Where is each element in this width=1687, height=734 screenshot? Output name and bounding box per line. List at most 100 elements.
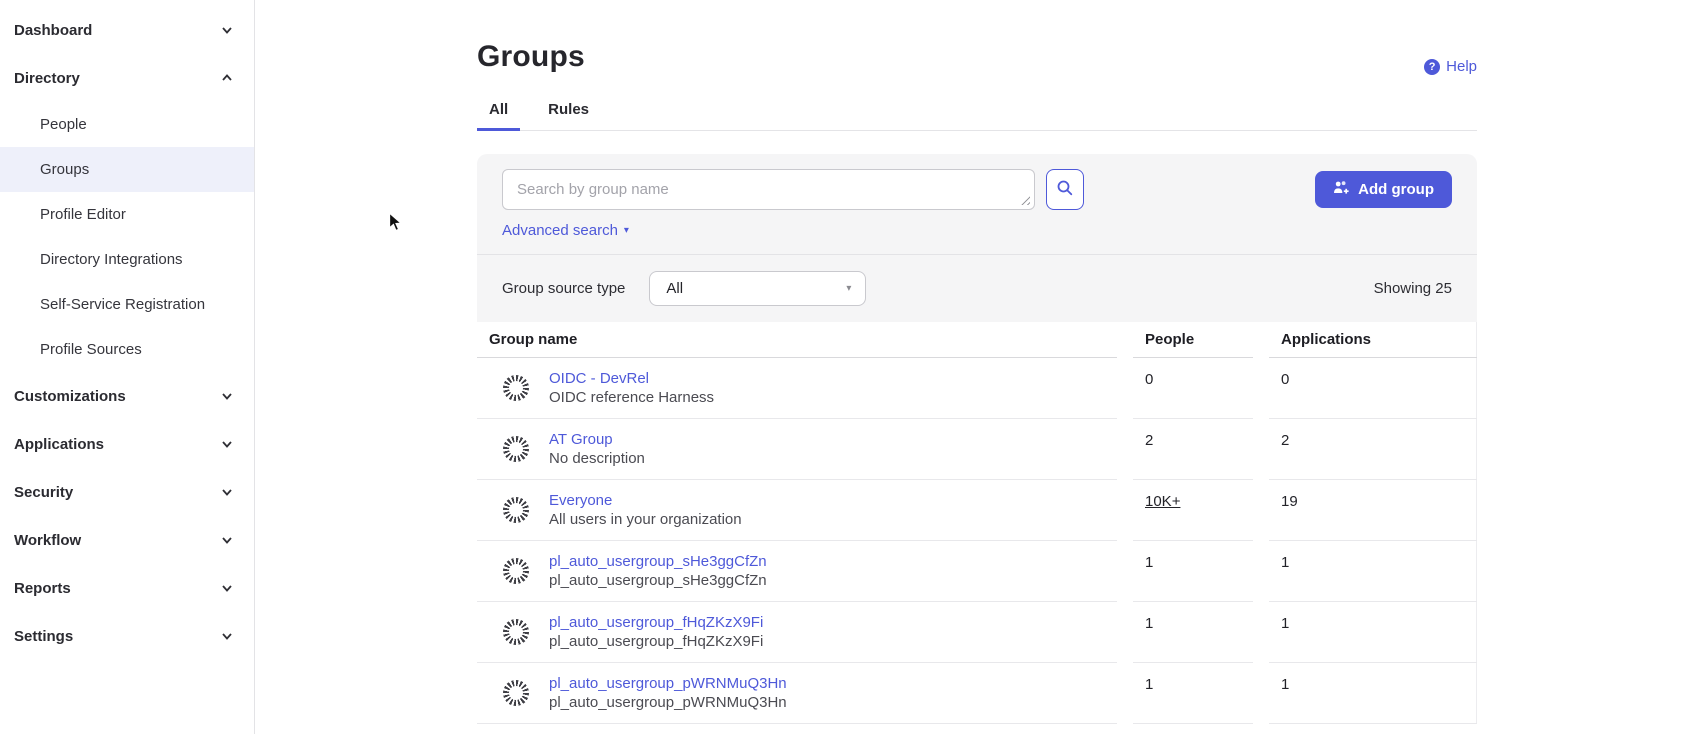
group-description: pl_auto_usergroup_fHqZKzX9Fi: [549, 633, 763, 650]
applications-count: 1: [1269, 663, 1477, 724]
group-description: All users in your organization: [549, 511, 742, 528]
column-header-group-name[interactable]: Group name: [477, 322, 1117, 358]
sidebar-item-label: Directory Integrations: [40, 251, 183, 268]
chevron-up-icon: [220, 71, 234, 85]
app-window: Dashboard Directory People Groups Profil…: [0, 0, 1687, 734]
group-name-link[interactable]: AT Group: [549, 431, 645, 448]
chevron-down-icon: [220, 581, 234, 595]
applications-count: 19: [1269, 480, 1477, 541]
group-avatar-icon: [503, 680, 529, 706]
sidebar-item-label: Groups: [40, 161, 89, 178]
group-source-type-select[interactable]: All ▾: [649, 271, 866, 306]
chevron-down-icon: [220, 437, 234, 451]
people-count: 1: [1133, 663, 1253, 724]
group-name-link[interactable]: pl_auto_usergroup_sHe3ggCfZn: [549, 553, 767, 570]
sidebar-item-directory-integrations[interactable]: Directory Integrations: [0, 237, 254, 282]
groups-table: Group name People Applications OIDC - De…: [477, 322, 1477, 724]
sidebar-item-label: Settings: [14, 628, 73, 645]
sidebar-item-label: Profile Sources: [40, 341, 142, 358]
select-value: All: [666, 280, 683, 297]
sidebar-item-profile-editor[interactable]: Profile Editor: [0, 192, 254, 237]
tab-all[interactable]: All: [477, 101, 520, 130]
group-avatar-icon: [503, 558, 529, 584]
table-row: pl_auto_usergroup_pWRNMuQ3Hn pl_auto_use…: [477, 663, 1476, 724]
help-label: Help: [1446, 58, 1477, 75]
sidebar-item-label: People: [40, 116, 87, 133]
sidebar-item-label: Applications: [14, 436, 104, 453]
group-avatar-icon: [503, 375, 529, 401]
sidebar-item-directory[interactable]: Directory: [0, 54, 254, 102]
add-group-button[interactable]: Add group: [1315, 171, 1452, 208]
add-group-icon: [1333, 180, 1350, 199]
sidebar-item-security[interactable]: Security: [0, 468, 254, 516]
table-row: pl_auto_usergroup_sHe3ggCfZn pl_auto_use…: [477, 541, 1476, 602]
group-avatar-icon: [503, 497, 529, 523]
applications-count: 1: [1269, 541, 1477, 602]
sidebar: Dashboard Directory People Groups Profil…: [0, 0, 255, 734]
sidebar-item-label: Workflow: [14, 532, 81, 549]
search-icon: [1056, 179, 1074, 200]
showing-count: Showing 25: [1374, 280, 1452, 297]
tab-rules[interactable]: Rules: [536, 101, 601, 130]
group-description: OIDC reference Harness: [549, 389, 714, 406]
table-row: Everyone All users in your organization …: [477, 480, 1476, 541]
table-header: Group name People Applications: [477, 322, 1476, 358]
main-content: Groups ? Help All Rules: [255, 0, 1687, 734]
sidebar-item-label: Reports: [14, 580, 71, 597]
page-title: Groups: [477, 40, 585, 75]
column-header-applications[interactable]: Applications: [1269, 322, 1477, 358]
sidebar-item-reports[interactable]: Reports: [0, 564, 254, 612]
chevron-down-icon: [220, 23, 234, 37]
people-count: 0: [1133, 358, 1253, 419]
help-link[interactable]: ? Help: [1424, 58, 1477, 75]
search-box: [502, 169, 1035, 210]
sidebar-item-groups[interactable]: Groups: [0, 147, 254, 192]
people-count: 1: [1133, 602, 1253, 663]
group-description: pl_auto_usergroup_sHe3ggCfZn: [549, 572, 767, 589]
sidebar-item-settings[interactable]: Settings: [0, 612, 254, 660]
sidebar-item-people[interactable]: People: [0, 102, 254, 147]
table-row: pl_auto_usergroup_fHqZKzX9Fi pl_auto_use…: [477, 602, 1476, 663]
help-icon: ?: [1424, 59, 1440, 75]
applications-count: 2: [1269, 419, 1477, 480]
sidebar-item-dashboard[interactable]: Dashboard: [0, 6, 254, 54]
group-avatar-icon: [503, 619, 529, 645]
group-name-link[interactable]: OIDC - DevRel: [549, 370, 714, 387]
sidebar-item-profile-sources[interactable]: Profile Sources: [0, 327, 254, 372]
chevron-down-icon: [220, 389, 234, 403]
sidebar-item-customizations[interactable]: Customizations: [0, 372, 254, 420]
applications-count: 1: [1269, 602, 1477, 663]
sidebar-item-applications[interactable]: Applications: [0, 420, 254, 468]
sidebar-item-workflow[interactable]: Workflow: [0, 516, 254, 564]
applications-count: 0: [1269, 358, 1477, 419]
group-name-link[interactable]: pl_auto_usergroup_pWRNMuQ3Hn: [549, 675, 787, 692]
group-source-type-label: Group source type: [502, 280, 625, 297]
caret-down-icon: ▾: [624, 225, 629, 236]
sidebar-item-label: Directory: [14, 70, 80, 87]
group-description: pl_auto_usergroup_pWRNMuQ3Hn: [549, 694, 787, 711]
table-row: AT Group No description 2 2: [477, 419, 1476, 480]
sidebar-item-label: Dashboard: [14, 22, 92, 39]
column-header-people[interactable]: People: [1133, 322, 1253, 358]
chevron-down-icon: [220, 485, 234, 499]
sidebar-item-label: Security: [14, 484, 73, 501]
sidebar-item-label: Customizations: [14, 388, 126, 405]
group-description: No description: [549, 450, 645, 467]
people-count[interactable]: 10K+: [1145, 493, 1180, 510]
sidebar-item-label: Profile Editor: [40, 206, 126, 223]
advanced-search-link[interactable]: Advanced search ▾: [502, 222, 629, 239]
search-button[interactable]: [1046, 169, 1084, 210]
people-count: 1: [1133, 541, 1253, 602]
advanced-search-label: Advanced search: [502, 222, 618, 239]
tab-bar: All Rules: [477, 101, 1477, 131]
group-avatar-icon: [503, 436, 529, 462]
group-name-link[interactable]: pl_auto_usergroup_fHqZKzX9Fi: [549, 614, 763, 631]
add-group-label: Add group: [1358, 181, 1434, 198]
group-name-link[interactable]: Everyone: [549, 492, 742, 509]
filter-card: Add group Advanced search ▾ Group source…: [477, 154, 1477, 322]
chevron-down-icon: [220, 629, 234, 643]
sidebar-item-label: Self-Service Registration: [40, 296, 205, 313]
chevron-down-icon: [220, 533, 234, 547]
sidebar-item-self-service-registration[interactable]: Self-Service Registration: [0, 282, 254, 327]
search-input[interactable]: [502, 169, 1035, 210]
